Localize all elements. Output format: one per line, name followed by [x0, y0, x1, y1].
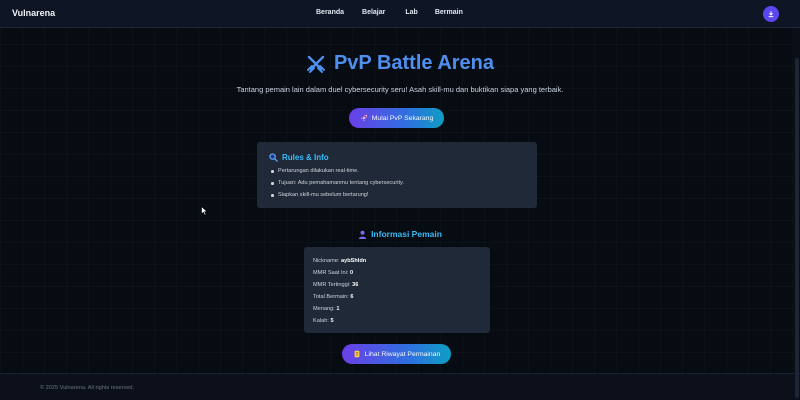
stat-value: 5: [330, 318, 334, 324]
stat-label: MMR Saat Ini:: [313, 270, 349, 276]
main-nav: Beranda Belajar Lab Bermain: [316, 9, 463, 16]
page-footer: © 2025 Vulnarena. All rights reserved.: [0, 373, 800, 400]
stat-row-mmr-highest: MMR Tertinggi: 36: [313, 281, 366, 293]
rules-card: Rules & Info Pertarungan dilakukan real-…: [257, 142, 537, 208]
stat-label: Kalah:: [313, 318, 329, 324]
start-pvp-label: Mulai PvP Sekarang: [371, 114, 434, 122]
player-stats: Nickname: aybShldn MMR Saat Ini: 0 MMR T…: [313, 257, 366, 329]
view-history-button[interactable]: Lihat Riwayat Permainan: [342, 344, 451, 364]
stat-row-wins: Menang: 1: [313, 305, 366, 317]
nav-link-bermain[interactable]: Bermain: [435, 9, 463, 16]
stat-row-nickname: Nickname: aybShldn: [313, 257, 366, 269]
mouse-cursor-icon: [201, 206, 208, 216]
stat-value: 1: [336, 306, 340, 312]
player-info-card: Nickname: aybShldn MMR Saat Ini: 0 MMR T…: [304, 247, 490, 333]
nav-link-belajar[interactable]: Belajar: [362, 9, 385, 16]
copyright-text: © 2025 Vulnarena. All rights reserved.: [40, 385, 135, 391]
rocket-icon: [360, 114, 367, 122]
rules-heading: Rules & Info: [269, 153, 329, 162]
rules-list: Pertarungan dilakukan real-time. Tujuan:…: [269, 167, 404, 203]
nav-link-lab[interactable]: Lab: [405, 9, 417, 16]
title-text: PvP Battle Arena: [333, 52, 495, 74]
crossed-swords-icon: [306, 55, 325, 73]
user-download-icon: [768, 11, 774, 18]
nav-link-beranda[interactable]: Beranda: [316, 9, 344, 16]
stat-value: 36: [352, 282, 359, 288]
list-item: Tujuan: Adu pemahamanmu tentang cybersec…: [269, 179, 404, 191]
start-pvp-button[interactable]: Mulai PvP Sekarang: [349, 108, 444, 128]
stat-value: aybShldn: [341, 258, 367, 264]
stat-label: Total Bermain:: [313, 294, 349, 300]
profile-button[interactable]: [763, 6, 779, 22]
user-icon: [358, 230, 367, 239]
stat-label: Nickname:: [313, 258, 340, 264]
stat-label: Menang:: [313, 306, 335, 312]
scroll-icon: [354, 350, 360, 358]
player-info-heading: Informasi Pemain: [0, 229, 800, 239]
page-subtitle: Tantang pemain lain dalam duel cybersecu…: [236, 85, 564, 94]
top-navbar: Vulnarena Beranda Belajar Lab Bermain: [0, 0, 800, 28]
player-info-title: Informasi Pemain: [371, 229, 442, 239]
stat-row-mmr-current: MMR Saat Ini: 0: [313, 269, 366, 281]
page-scrollbar[interactable]: [794, 28, 800, 398]
stat-label: MMR Tertinggi:: [313, 282, 351, 288]
magnifier-icon: [269, 153, 278, 162]
scrollbar-thumb[interactable]: [795, 58, 799, 398]
page-title: PvP Battle Arena: [0, 52, 800, 75]
stat-value: 0: [350, 270, 354, 276]
view-history-label: Lihat Riwayat Permainan: [364, 350, 441, 358]
stat-row-losses: Kalah: 5: [313, 317, 366, 329]
stat-row-total-played: Total Bermain: 6: [313, 293, 366, 305]
list-item: Pertarungan dilakukan real-time.: [269, 167, 404, 179]
list-item: Siapkan skill-mu sebelum bertarung!: [269, 191, 404, 203]
stat-value: 6: [350, 294, 354, 300]
rules-title: Rules & Info: [282, 153, 329, 162]
brand-logo[interactable]: Vulnarena: [12, 8, 55, 18]
